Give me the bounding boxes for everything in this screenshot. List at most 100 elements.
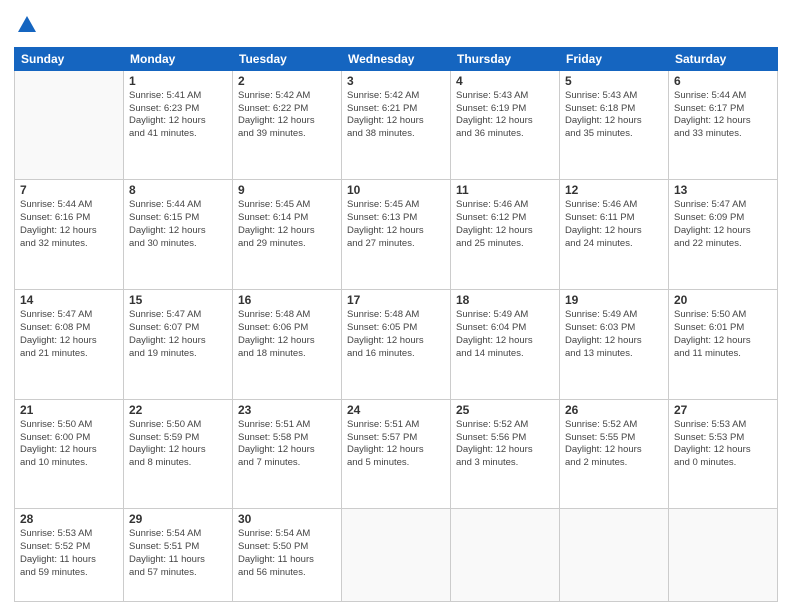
calendar-cell: 22 Sunrise: 5:50 AM Sunset: 5:59 PM Dayli… (124, 399, 233, 509)
day-info: Sunrise: 5:41 AM Sunset: 6:23 PM Dayligh… (129, 90, 227, 141)
week-row-4: 21Sunrise: 5:50 AM Sunset: 6:00 PM Dayli… (15, 399, 778, 509)
day-info: Sunrise: 5:48 AM Sunset: 6:06 PM Dayligh… (238, 309, 336, 360)
day-info: Sunrise: 5:50 AM Sunset: 6:01 PM Dayligh… (674, 309, 772, 360)
day-number: 17 (347, 293, 445, 307)
calendar-cell: 17 Sunrise: 5:48 AM Sunset: 6:05 PM Dayli… (342, 290, 451, 400)
weekday-sunday: Sunday (15, 47, 124, 70)
day-number: 12 (565, 183, 663, 197)
page: SundayMondayTuesdayWednesdayThursdayFrid… (0, 0, 792, 612)
logo (14, 14, 38, 41)
calendar-cell: 14 Sunrise: 5:47 AM Sunset: 6:08 PM Dayli… (15, 290, 124, 400)
calendar-cell: 7Sunrise: 5:44 AM Sunset: 6:16 PM Daylig… (15, 180, 124, 290)
calendar-cell: 19Sunrise: 5:49 AM Sunset: 6:03 PM Dayli… (560, 290, 669, 400)
day-info: Sunrise: 5:43 AM Sunset: 6:18 PM Dayligh… (565, 90, 663, 141)
calendar-cell: 12 Sunrise: 5:46 AM Sunset: 6:11 PM Dayli… (560, 180, 669, 290)
day-info: Sunrise: 5:48 AM Sunset: 6:05 PM Dayligh… (347, 309, 445, 360)
day-number: 30 (238, 512, 336, 526)
day-number: 27 (674, 403, 772, 417)
day-info: Sunrise: 5:46 AM Sunset: 6:12 PM Dayligh… (456, 199, 554, 250)
day-info: Sunrise: 5:51 AM Sunset: 5:58 PM Dayligh… (238, 419, 336, 470)
calendar-cell: 1Sunrise: 5:41 AM Sunset: 6:23 PM Daylig… (124, 70, 233, 180)
day-info: Sunrise: 5:52 AM Sunset: 5:56 PM Dayligh… (456, 419, 554, 470)
weekday-thursday: Thursday (451, 47, 560, 70)
day-info: Sunrise: 5:53 AM Sunset: 5:53 PM Dayligh… (674, 419, 772, 470)
day-number: 13 (674, 183, 772, 197)
calendar-cell: 26Sunrise: 5:52 AM Sunset: 5:55 PM Dayli… (560, 399, 669, 509)
calendar-cell (342, 509, 451, 602)
day-info: Sunrise: 5:44 AM Sunset: 6:17 PM Dayligh… (674, 90, 772, 141)
day-info: Sunrise: 5:54 AM Sunset: 5:50 PM Dayligh… (238, 528, 336, 579)
day-info: Sunrise: 5:47 AM Sunset: 6:07 PM Dayligh… (129, 309, 227, 360)
calendar-cell: 28 Sunrise: 5:53 AM Sunset: 5:52 PM Dayli… (15, 509, 124, 602)
day-number: 25 (456, 403, 554, 417)
calendar-cell: 18Sunrise: 5:49 AM Sunset: 6:04 PM Dayli… (451, 290, 560, 400)
calendar-cell: 23Sunrise: 5:51 AM Sunset: 5:58 PM Dayli… (233, 399, 342, 509)
day-number: 11 (456, 183, 554, 197)
day-info: Sunrise: 5:47 AM Sunset: 6:08 PM Dayligh… (20, 309, 118, 360)
day-info: Sunrise: 5:52 AM Sunset: 5:55 PM Dayligh… (565, 419, 663, 470)
day-info: Sunrise: 5:51 AM Sunset: 5:57 PM Dayligh… (347, 419, 445, 470)
day-info: Sunrise: 5:50 AM Sunset: 5:59 PM Dayligh… (129, 419, 227, 470)
day-number: 24 (347, 403, 445, 417)
calendar-cell: 29 Sunrise: 5:54 AM Sunset: 5:51 PM Dayli… (124, 509, 233, 602)
day-info: Sunrise: 5:45 AM Sunset: 6:14 PM Dayligh… (238, 199, 336, 250)
week-row-5: 28 Sunrise: 5:53 AM Sunset: 5:52 PM Dayli… (15, 509, 778, 602)
calendar-cell: 30 Sunrise: 5:54 AM Sunset: 5:50 PM Dayli… (233, 509, 342, 602)
day-number: 29 (129, 512, 227, 526)
calendar-cell (451, 509, 560, 602)
day-info: Sunrise: 5:53 AM Sunset: 5:52 PM Dayligh… (20, 528, 118, 579)
calendar-cell: 21Sunrise: 5:50 AM Sunset: 6:00 PM Dayli… (15, 399, 124, 509)
calendar-cell: 10Sunrise: 5:45 AM Sunset: 6:13 PM Dayli… (342, 180, 451, 290)
weekday-header-row: SundayMondayTuesdayWednesdayThursdayFrid… (15, 47, 778, 70)
weekday-saturday: Saturday (669, 47, 778, 70)
calendar-cell: 25 Sunrise: 5:52 AM Sunset: 5:56 PM Dayli… (451, 399, 560, 509)
day-number: 22 (129, 403, 227, 417)
day-number: 9 (238, 183, 336, 197)
header (14, 10, 778, 41)
week-row-2: 7Sunrise: 5:44 AM Sunset: 6:16 PM Daylig… (15, 180, 778, 290)
weekday-tuesday: Tuesday (233, 47, 342, 70)
weekday-monday: Monday (124, 47, 233, 70)
calendar-cell: 24 Sunrise: 5:51 AM Sunset: 5:57 PM Dayli… (342, 399, 451, 509)
weekday-friday: Friday (560, 47, 669, 70)
week-row-3: 14 Sunrise: 5:47 AM Sunset: 6:08 PM Dayli… (15, 290, 778, 400)
logo-icon (16, 14, 38, 36)
day-number: 8 (129, 183, 227, 197)
calendar-cell (669, 509, 778, 602)
day-number: 14 (20, 293, 118, 307)
calendar-cell (560, 509, 669, 602)
calendar-cell: 13 Sunrise: 5:47 AM Sunset: 6:09 PM Dayli… (669, 180, 778, 290)
day-info: Sunrise: 5:44 AM Sunset: 6:16 PM Dayligh… (20, 199, 118, 250)
day-number: 21 (20, 403, 118, 417)
weekday-wednesday: Wednesday (342, 47, 451, 70)
calendar-cell: 8 Sunrise: 5:44 AM Sunset: 6:15 PM Daylig… (124, 180, 233, 290)
day-number: 28 (20, 512, 118, 526)
calendar-cell: 3 Sunrise: 5:42 AM Sunset: 6:21 PM Daylig… (342, 70, 451, 180)
day-number: 4 (456, 74, 554, 88)
day-number: 20 (674, 293, 772, 307)
calendar-cell: 9 Sunrise: 5:45 AM Sunset: 6:14 PM Daylig… (233, 180, 342, 290)
day-info: Sunrise: 5:54 AM Sunset: 5:51 PM Dayligh… (129, 528, 227, 579)
day-number: 5 (565, 74, 663, 88)
calendar-cell (15, 70, 124, 180)
calendar-cell: 20 Sunrise: 5:50 AM Sunset: 6:01 PM Dayli… (669, 290, 778, 400)
calendar-cell: 16 Sunrise: 5:48 AM Sunset: 6:06 PM Dayli… (233, 290, 342, 400)
day-info: Sunrise: 5:47 AM Sunset: 6:09 PM Dayligh… (674, 199, 772, 250)
day-number: 15 (129, 293, 227, 307)
day-number: 2 (238, 74, 336, 88)
day-number: 6 (674, 74, 772, 88)
day-info: Sunrise: 5:46 AM Sunset: 6:11 PM Dayligh… (565, 199, 663, 250)
day-info: Sunrise: 5:44 AM Sunset: 6:15 PM Dayligh… (129, 199, 227, 250)
calendar-cell: 15 Sunrise: 5:47 AM Sunset: 6:07 PM Dayli… (124, 290, 233, 400)
day-info: Sunrise: 5:43 AM Sunset: 6:19 PM Dayligh… (456, 90, 554, 141)
week-row-1: 1Sunrise: 5:41 AM Sunset: 6:23 PM Daylig… (15, 70, 778, 180)
calendar-cell: 27 Sunrise: 5:53 AM Sunset: 5:53 PM Dayli… (669, 399, 778, 509)
day-info: Sunrise: 5:49 AM Sunset: 6:03 PM Dayligh… (565, 309, 663, 360)
day-number: 10 (347, 183, 445, 197)
calendar-cell: 5 Sunrise: 5:43 AM Sunset: 6:18 PM Daylig… (560, 70, 669, 180)
calendar-cell: 11 Sunrise: 5:46 AM Sunset: 6:12 PM Dayli… (451, 180, 560, 290)
day-info: Sunrise: 5:42 AM Sunset: 6:21 PM Dayligh… (347, 90, 445, 141)
day-number: 3 (347, 74, 445, 88)
day-number: 16 (238, 293, 336, 307)
calendar: SundayMondayTuesdayWednesdayThursdayFrid… (14, 47, 778, 602)
